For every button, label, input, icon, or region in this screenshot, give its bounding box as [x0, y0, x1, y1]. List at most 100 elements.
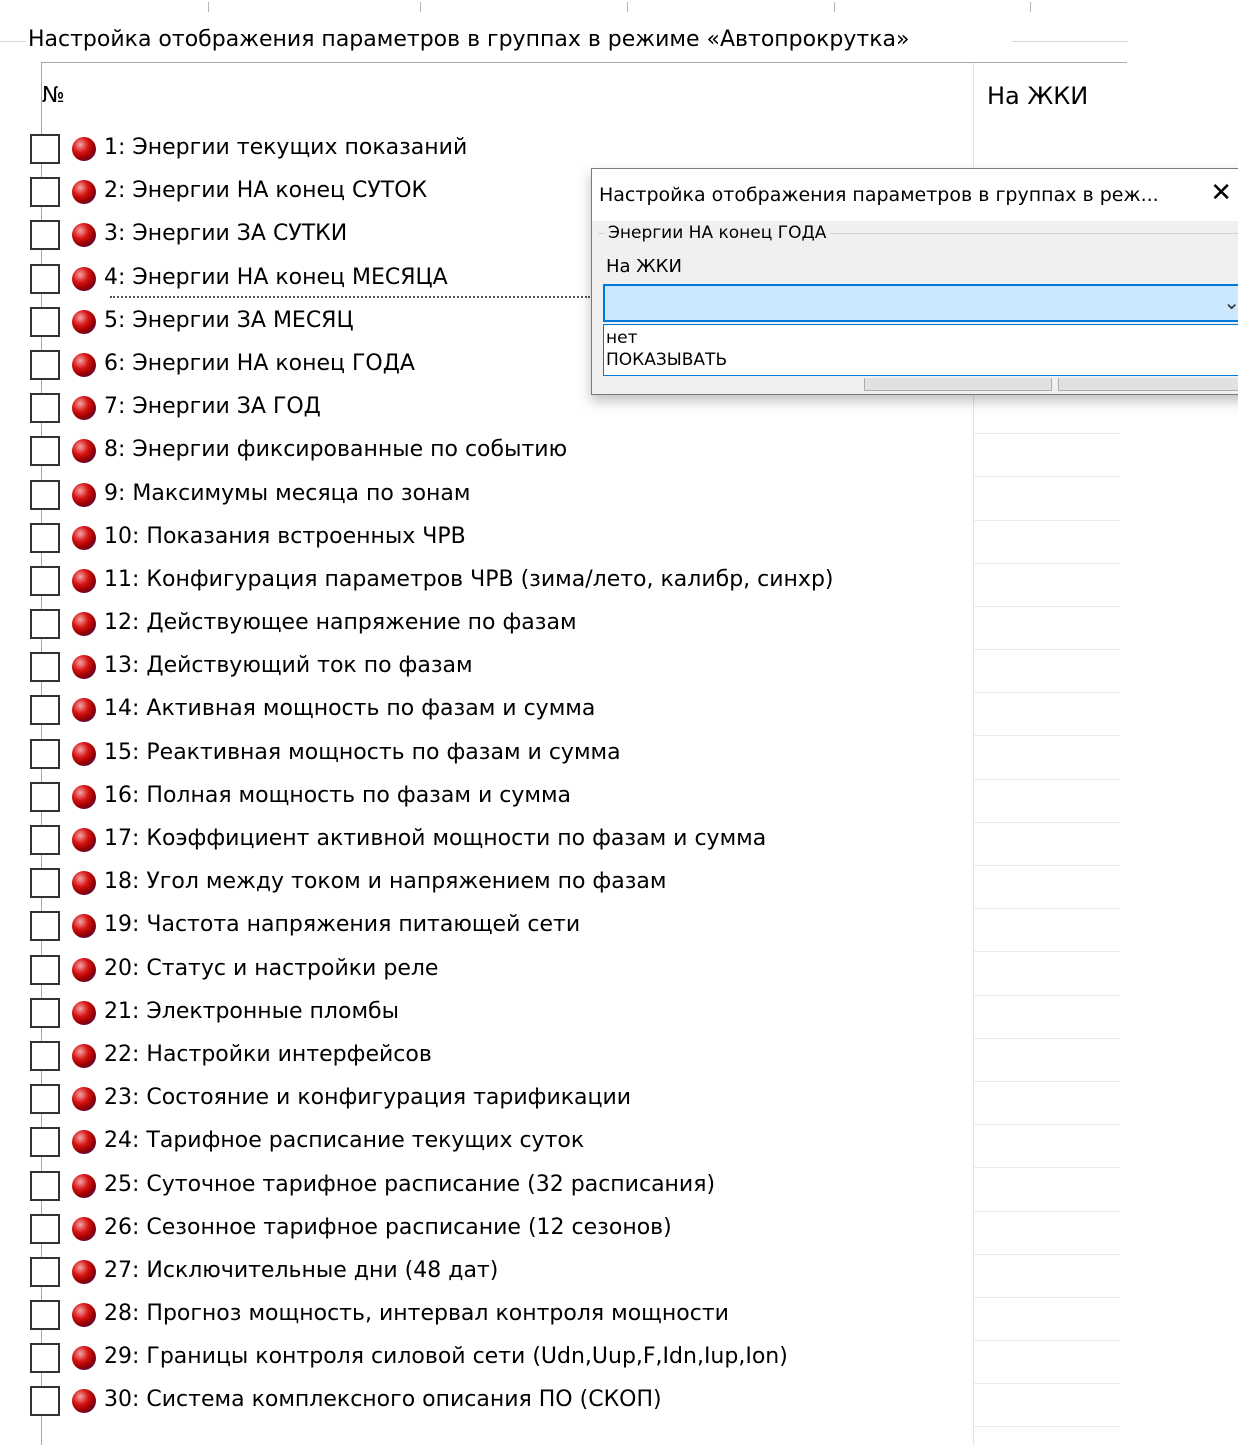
row-checkbox[interactable] — [30, 1386, 60, 1417]
dialog-titlebar[interactable]: Настройка отображения параметров в групп… — [592, 169, 1238, 221]
row-checkbox[interactable] — [30, 781, 60, 812]
row-checkbox[interactable] — [30, 479, 60, 510]
row-checkbox[interactable] — [30, 177, 60, 208]
red-blue-ball-icon — [72, 741, 96, 766]
row-label: 15: Реактивная мощность по фазам и сумма — [104, 739, 621, 765]
row-checkbox[interactable] — [30, 911, 60, 942]
column-header-lcd[interactable]: На ЖКИ — [987, 81, 1088, 111]
table-row[interactable]: 10: Показания встроенных ЧРВ — [30, 520, 1120, 564]
row-checkbox[interactable] — [30, 565, 60, 596]
red-blue-ball-icon — [72, 828, 96, 852]
row-label: 11: Конфигурация параметров ЧРВ (зима/ле… — [104, 566, 834, 592]
red-blue-ball-icon — [72, 309, 96, 334]
table-row[interactable]: 16: Полная мощность по фазам и сумма — [30, 779, 1120, 823]
table-row[interactable]: 22: Настройки интерфейсов — [30, 1038, 1120, 1082]
red-blue-ball-icon — [72, 1259, 96, 1284]
dropdown-option-no[interactable]: нет — [606, 327, 637, 349]
row-checkbox[interactable] — [30, 349, 60, 380]
red-blue-ball-icon — [72, 525, 96, 550]
table-row[interactable]: 7: Энергии ЗА ГОД — [30, 390, 1120, 435]
table-row[interactable]: 25: Суточное тарифное расписание (32 рас… — [30, 1168, 1120, 1212]
row-label: 20: Статус и настройки реле — [104, 955, 439, 981]
close-icon[interactable]: ✕ — [1210, 178, 1232, 208]
table-row[interactable]: 24: Тарифное расписание текущих суток — [30, 1124, 1120, 1169]
row-checkbox[interactable] — [30, 868, 60, 899]
row-checkbox[interactable] — [30, 1213, 60, 1244]
row-checkbox[interactable] — [30, 652, 60, 683]
row-checkbox[interactable] — [30, 1256, 60, 1287]
row-label: 13: Действующий ток по фазам — [104, 653, 473, 679]
red-blue-ball-icon — [72, 1000, 96, 1025]
row-checkbox[interactable] — [30, 134, 60, 164]
table-row[interactable]: 26: Сезонное тарифное расписание (12 сез… — [30, 1211, 1120, 1255]
table-row[interactable]: 23: Состояние и конфигурация тарификации — [30, 1081, 1120, 1126]
dialog-title: Настройка отображения параметров в групп… — [599, 184, 1159, 206]
table-row[interactable]: 14: Активная мощность по фазам и сумма — [30, 692, 1120, 737]
ok-button[interactable] — [864, 378, 1052, 391]
table-row[interactable]: 29: Границы контроля силовой сети (Udn,U… — [30, 1340, 1120, 1385]
column-tick — [208, 2, 209, 12]
row-checkbox[interactable] — [30, 436, 60, 467]
row-label: 23: Состояние и конфигурация тарификации — [104, 1085, 632, 1111]
table-row[interactable]: 30: Система комплексного описания ПО (СК… — [30, 1383, 1120, 1428]
lcd-select[interactable]: ⌄ — [603, 284, 1238, 322]
red-blue-ball-icon — [72, 352, 96, 377]
lcd-dropdown-list: нет ПОКАЗЫВАТЬ — [603, 324, 1238, 376]
table-row[interactable]: 8: Энергии фиксированные по событию — [30, 433, 1120, 478]
row-checkbox[interactable] — [30, 738, 60, 769]
row-checkbox[interactable] — [30, 825, 60, 855]
row-label: 18: Угол между током и напряжением по фа… — [104, 869, 667, 895]
table-row[interactable]: 28: Прогноз мощность, интервал контроля … — [30, 1297, 1120, 1342]
row-checkbox[interactable] — [30, 609, 60, 640]
table-row[interactable]: 19: Частота напряжения питающей сети — [30, 908, 1120, 953]
table-row[interactable]: 15: Реактивная мощность по фазам и сумма — [30, 736, 1120, 780]
table-row[interactable]: 9: Максимумы месяца по зонам — [30, 477, 1120, 521]
row-label: 17: Коэффициент активной мощности по фаз… — [104, 826, 767, 851]
row-checkbox[interactable] — [30, 1343, 60, 1374]
row-label: 3: Энергии ЗА СУТКИ — [104, 221, 348, 247]
row-checkbox[interactable] — [30, 263, 60, 294]
table-row[interactable]: 17: Коэффициент активной мощности по фаз… — [30, 822, 1120, 866]
table-row[interactable]: 27: Исключительные дни (48 дат) — [30, 1254, 1120, 1298]
row-label: 27: Исключительные дни (48 дат) — [104, 1257, 499, 1283]
groupbox-border-left — [0, 41, 26, 42]
row-checkbox[interactable] — [30, 695, 60, 726]
row-label: 29: Границы контроля силовой сети (Udn,U… — [104, 1344, 788, 1370]
column-header-number[interactable]: № — [42, 81, 65, 111]
column-tick — [627, 2, 628, 12]
row-label: 12: Действующее напряжение по фазам — [104, 610, 577, 636]
red-blue-ball-icon — [72, 1130, 96, 1155]
table-row[interactable]: 11: Конфигурация параметров ЧРВ (зима/ле… — [30, 563, 1120, 607]
lcd-cell[interactable] — [974, 1426, 1120, 1428]
table-row[interactable]: 18: Угол между током и напряжением по фа… — [30, 865, 1120, 910]
table-row[interactable]: 21: Электронные пломбы — [30, 995, 1120, 1039]
red-blue-ball-icon — [72, 655, 96, 680]
row-checkbox[interactable] — [30, 1127, 60, 1158]
groupbox-title: Настройка отображения параметров в групп… — [26, 25, 914, 55]
dropdown-option-show[interactable]: ПОКАЗЫВАТЬ — [606, 349, 727, 371]
table-row[interactable]: 20: Статус и настройки реле — [30, 952, 1120, 996]
cancel-button[interactable] — [1058, 378, 1238, 391]
settings-dialog: Настройка отображения параметров в групп… — [591, 168, 1238, 395]
row-label: 24: Тарифное расписание текущих суток — [104, 1128, 585, 1154]
row-checkbox[interactable] — [30, 1170, 60, 1201]
red-blue-ball-icon — [72, 957, 96, 982]
column-tick — [834, 2, 835, 12]
groupbox-border-right — [1012, 41, 1128, 42]
row-checkbox[interactable] — [30, 997, 60, 1028]
row-checkbox[interactable] — [30, 1040, 60, 1071]
table-row[interactable]: 13: Действующий ток по фазам — [30, 649, 1120, 694]
row-checkbox[interactable] — [30, 1300, 60, 1331]
row-checkbox[interactable] — [30, 220, 60, 251]
row-checkbox[interactable] — [30, 954, 60, 985]
row-label: 26: Сезонное тарифное расписание (12 сез… — [104, 1214, 672, 1240]
row-checkbox[interactable] — [30, 522, 60, 553]
red-blue-ball-icon — [72, 266, 96, 291]
row-checkbox[interactable] — [30, 1084, 60, 1115]
table-row[interactable]: 12: Действующее напряжение по фазам — [30, 606, 1120, 651]
row-label: 6: Энергии НА конец ГОДА — [104, 350, 415, 376]
column-tick — [420, 2, 421, 12]
chevron-down-icon[interactable]: ⌄ — [1223, 290, 1238, 314]
row-checkbox[interactable] — [30, 393, 60, 424]
row-checkbox[interactable] — [30, 306, 60, 337]
